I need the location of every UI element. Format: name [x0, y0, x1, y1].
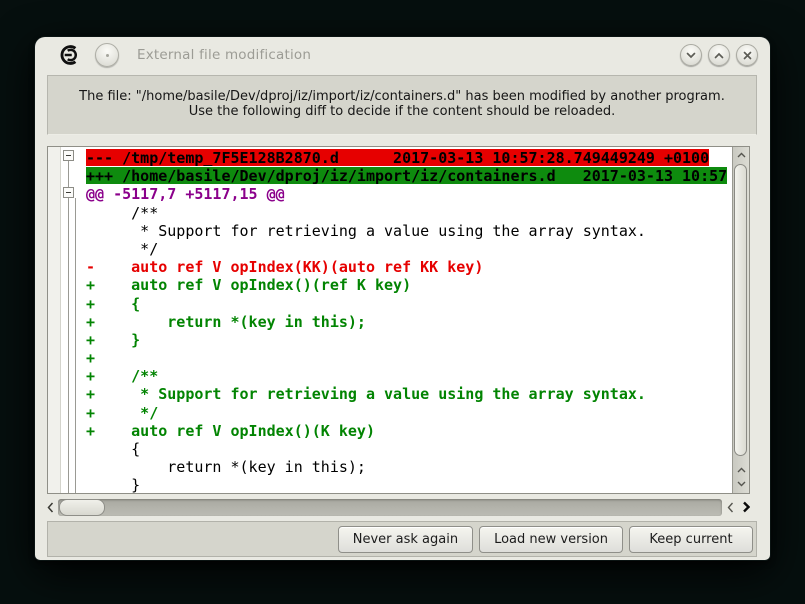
- diff-line: +++ /home/basile/Dev/dproj/iz/import/iz/…: [86, 166, 732, 184]
- diff-line: - auto ref V opIndex(KK)(auto ref KK key…: [86, 257, 732, 275]
- vertical-scroll-arrows: [733, 463, 749, 491]
- diff-line-text: + return *(key in this);: [86, 313, 366, 330]
- chevron-down-icon: [686, 52, 696, 59]
- diff-line: + auto ref V opIndex()(K key): [86, 421, 732, 439]
- diff-line-text: /**: [86, 204, 158, 221]
- fold-gutter: [48, 147, 61, 493]
- diff-line-text: + */: [86, 404, 158, 421]
- diff-line-text: */: [86, 240, 158, 257]
- message-line-1: The file: "/home/basile/Dev/dproj/iz/imp…: [48, 89, 756, 104]
- dialog-window: External file modification The file: "/h…: [35, 37, 770, 560]
- horizontal-scrollbar-thumb[interactable]: [59, 499, 105, 516]
- close-button[interactable]: [736, 44, 758, 66]
- window-title: External file modification: [137, 47, 311, 63]
- fold-collapse-icon[interactable]: [63, 187, 74, 198]
- diff-line-text: + {: [86, 295, 140, 312]
- titlebar[interactable]: External file modification: [35, 37, 770, 73]
- diff-line-text: --- /tmp/temp_7F5E128B2870.d 2017-03-13 …: [86, 149, 709, 166]
- diff-line-text: + * Support for retrieving a value using…: [86, 385, 646, 402]
- fold-range-line: [68, 161, 69, 493]
- diff-line: + */: [86, 403, 732, 421]
- app-logo-icon: [57, 43, 81, 67]
- scroll-left-icon[interactable]: [42, 498, 58, 516]
- diff-lines: --- /tmp/temp_7F5E128B2870.d 2017-03-13 …: [86, 148, 732, 493]
- diff-line-text: {: [86, 440, 140, 457]
- diff-line: return *(key in this);: [86, 457, 732, 475]
- diff-text-area[interactable]: --- /tmp/temp_7F5E128B2870.d 2017-03-13 …: [48, 147, 732, 493]
- fold-range-line: [75, 198, 76, 493]
- vertical-scrollbar-thumb[interactable]: [734, 164, 747, 456]
- diff-line-text: - auto ref V opIndex(KK)(auto ref KK key…: [86, 258, 483, 275]
- diff-line: + auto ref V opIndex()(ref K key): [86, 275, 732, 293]
- never-ask-again-button[interactable]: Never ask again: [338, 526, 473, 553]
- diff-line: * Support for retrieving a value using t…: [86, 221, 732, 239]
- horizontal-scrollbar-track[interactable]: [58, 499, 722, 516]
- diff-line: + {: [86, 294, 732, 312]
- scroll-right-icon[interactable]: [738, 498, 754, 516]
- diff-line-text: }: [86, 476, 140, 493]
- diff-line-text: +++ /home/basile/Dev/dproj/iz/import/iz/…: [86, 167, 727, 184]
- diff-line-text: return *(key in this);: [86, 458, 366, 475]
- diff-line: + /**: [86, 366, 732, 384]
- diff-viewer[interactable]: --- /tmp/temp_7F5E128B2870.d 2017-03-13 …: [47, 146, 750, 494]
- close-icon: [743, 51, 752, 60]
- load-new-version-button[interactable]: Load new version: [479, 526, 623, 553]
- message-panel: The file: "/home/basile/Dev/dproj/iz/imp…: [47, 75, 757, 135]
- message-line-2: Use the following diff to decide if the …: [48, 104, 756, 119]
- scroll-left-icon[interactable]: [722, 498, 738, 516]
- chevron-up-icon: [714, 52, 724, 59]
- diff-line: {: [86, 439, 732, 457]
- horizontal-scrollbar[interactable]: [42, 497, 754, 517]
- diff-line-text: * Support for retrieving a value using t…: [86, 222, 646, 239]
- diff-line-text: @@ -5117,7 +5117,15 @@: [86, 185, 285, 202]
- window-menu-button[interactable]: [95, 43, 119, 67]
- button-panel: Never ask again Load new version Keep cu…: [47, 521, 757, 557]
- diff-line: + return *(key in this);: [86, 312, 732, 330]
- diff-line: */: [86, 239, 732, 257]
- scroll-up-icon[interactable]: [733, 463, 749, 477]
- scroll-down-icon[interactable]: [733, 477, 749, 491]
- diff-line-text: + auto ref V opIndex()(K key): [86, 422, 375, 439]
- diff-line-text: +: [86, 349, 95, 366]
- diff-line-text: + auto ref V opIndex()(ref K key): [86, 276, 411, 293]
- diff-line: + * Support for retrieving a value using…: [86, 384, 732, 402]
- diff-line: /**: [86, 203, 732, 221]
- diff-line: +: [86, 348, 732, 366]
- diff-line: --- /tmp/temp_7F5E128B2870.d 2017-03-13 …: [86, 148, 732, 166]
- minimize-button[interactable]: [680, 44, 702, 66]
- diff-line: }: [86, 475, 732, 493]
- dot-icon: [106, 54, 109, 57]
- fold-collapse-icon[interactable]: [63, 150, 74, 161]
- diff-line-text: + }: [86, 331, 140, 348]
- keep-current-button[interactable]: Keep current: [629, 526, 753, 553]
- diff-line: @@ -5117,7 +5117,15 @@: [86, 184, 732, 202]
- scroll-up-icon[interactable]: [733, 147, 749, 163]
- diff-line: + }: [86, 330, 732, 348]
- maximize-button[interactable]: [708, 44, 730, 66]
- diff-line-text: + /**: [86, 367, 158, 384]
- vertical-scrollbar[interactable]: [732, 147, 749, 493]
